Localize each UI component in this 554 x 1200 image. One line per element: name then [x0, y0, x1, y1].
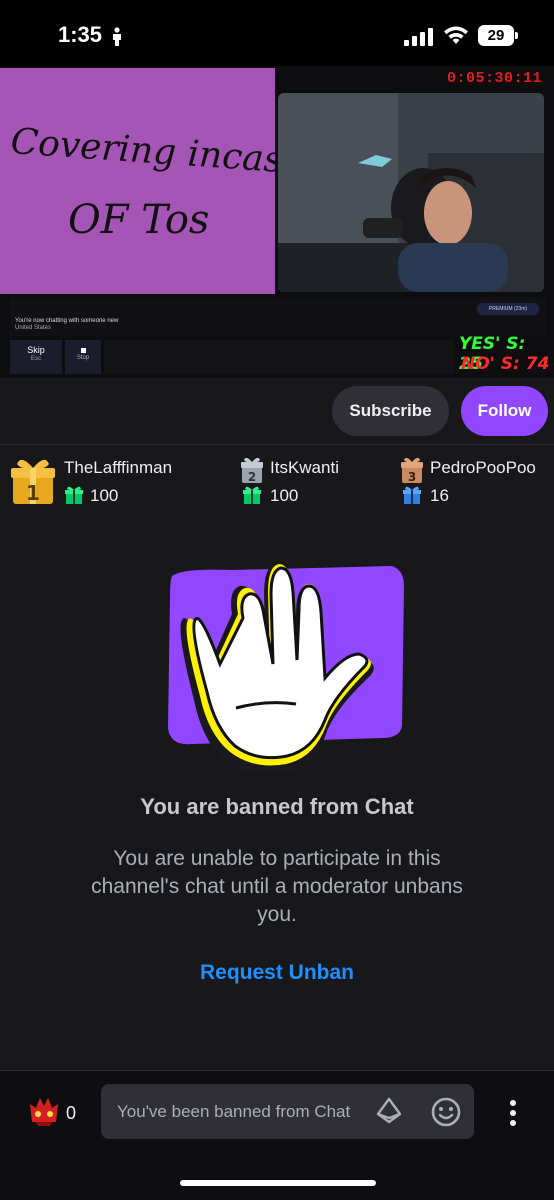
- chat-notice: You're now chatting with someone new: [15, 318, 119, 324]
- more-options-icon[interactable]: [508, 1099, 518, 1127]
- gift-icon: [243, 486, 261, 504]
- webcam-feed: [278, 93, 544, 292]
- premium-badge: PREMIUM (23m): [477, 303, 539, 315]
- gift-icon: [65, 486, 83, 504]
- stop-label: Stop: [76, 355, 90, 361]
- no-counter: NO' S: 74: [461, 354, 550, 374]
- gifter-3[interactable]: 3 PedroPooPoo 16: [398, 446, 548, 516]
- omegle-chat-panel: [10, 298, 546, 336]
- stream-timer: 0:05:30:11: [447, 70, 543, 87]
- gifter-1[interactable]: 1 TheLafffinman 100: [10, 446, 220, 516]
- gifter-1-count: 100: [90, 486, 119, 505]
- status-time: 1:35: [58, 22, 103, 47]
- banned-hand-icon: [168, 564, 404, 773]
- gifter-1-rank: 1: [26, 481, 40, 505]
- whiteboard-text-line2: OF Tos: [68, 197, 209, 243]
- channel-action-bar: Subscribe Follow: [0, 378, 554, 445]
- status-bar: 1:35 29: [0, 0, 554, 66]
- gifter-2[interactable]: 2 ItsKwanti 100: [238, 446, 388, 516]
- ban-title: You are banned from Chat: [140, 794, 414, 819]
- follow-button[interactable]: Follow: [461, 386, 548, 436]
- gifter-2-rank: 2: [248, 470, 256, 484]
- whiteboard-drawing: Covering incase OF Tos: [9, 121, 275, 243]
- battery-tip: [515, 32, 518, 39]
- gifter-3-count: 16: [430, 486, 449, 505]
- chat-input-placeholder: You've been banned from Chat: [117, 1102, 351, 1121]
- battery-icon: 29: [478, 25, 514, 46]
- wifi-icon: [444, 26, 468, 44]
- gold-gift-badge-icon: 1: [11, 459, 55, 505]
- stream-video[interactable]: Covering incase OF Tos 0:05:30:11 You're…: [0, 66, 554, 378]
- bronze-gift-badge-icon: 3: [401, 457, 423, 484]
- gifter-2-count: 100: [270, 486, 299, 505]
- gifter-2-name: ItsKwanti: [270, 458, 339, 477]
- blue-gift-icon: [403, 486, 421, 504]
- skip-button[interactable]: Skip Esc: [10, 340, 62, 374]
- gift-leaderboard: 1 TheLafffinman 100 2 ItsKwanti 100 3 Pe…: [0, 446, 554, 516]
- request-unban-link[interactable]: Request Unban: [0, 961, 554, 985]
- bits-icon[interactable]: [375, 1097, 403, 1127]
- gifter-3-name: PedroPooPoo: [430, 458, 536, 477]
- silver-gift-badge-icon: 2: [241, 457, 263, 484]
- gifter-3-rank: 3: [408, 470, 416, 484]
- ban-message: You are unable to participate in this ch…: [91, 847, 463, 926]
- skip-sublabel: Esc: [30, 355, 41, 362]
- channel-points-icon[interactable]: [26, 1096, 62, 1128]
- whiteboard-text-line1: Covering incase: [9, 121, 275, 182]
- gifter-1-name: TheLafffinman: [64, 458, 173, 477]
- emote-picker-icon[interactable]: [430, 1096, 462, 1128]
- home-indicator[interactable]: [180, 1180, 376, 1186]
- subscribe-button[interactable]: Subscribe: [332, 386, 449, 436]
- channel-points-count: 0: [66, 1103, 77, 1123]
- stop-button[interactable]: Stop: [65, 340, 101, 374]
- signal-icon: [404, 28, 433, 46]
- skip-label: Skip: [27, 345, 45, 355]
- person-icon: [113, 27, 121, 46]
- whiteboard-card: Covering incase OF Tos: [0, 68, 275, 294]
- chat-input-strip: [104, 340, 454, 374]
- chat-input[interactable]: You've been banned from Chat: [101, 1084, 474, 1139]
- chat-location: United States: [15, 325, 52, 331]
- stop-icon: [80, 348, 86, 353]
